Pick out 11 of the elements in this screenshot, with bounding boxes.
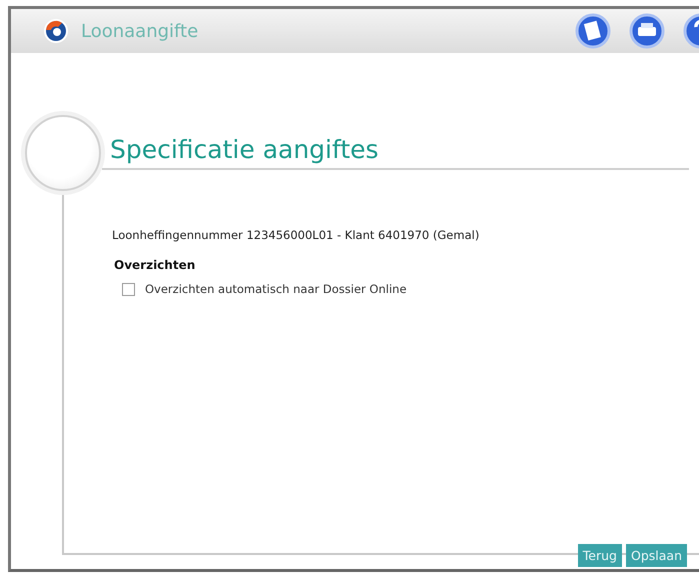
save-button[interactable]: Opslaan: [626, 544, 687, 567]
logo-icon: [43, 18, 69, 44]
print-icon[interactable]: [629, 13, 665, 49]
page-heading: Specificatie aangiftes: [110, 135, 380, 166]
checkbox[interactable]: [122, 282, 135, 296]
subtitle: Loonheffingennummer 123456000L01 - Klant 6401970 (Gemal): [112, 228, 480, 242]
window-title: Loonaangifte: [81, 20, 198, 42]
checkbox-label: Overzichten automatisch naar Dossier Online: [145, 282, 407, 296]
section-title: Overzichten: [114, 258, 196, 272]
back-button[interactable]: Terug: [578, 544, 622, 567]
notepad-icon[interactable]: [575, 13, 611, 49]
